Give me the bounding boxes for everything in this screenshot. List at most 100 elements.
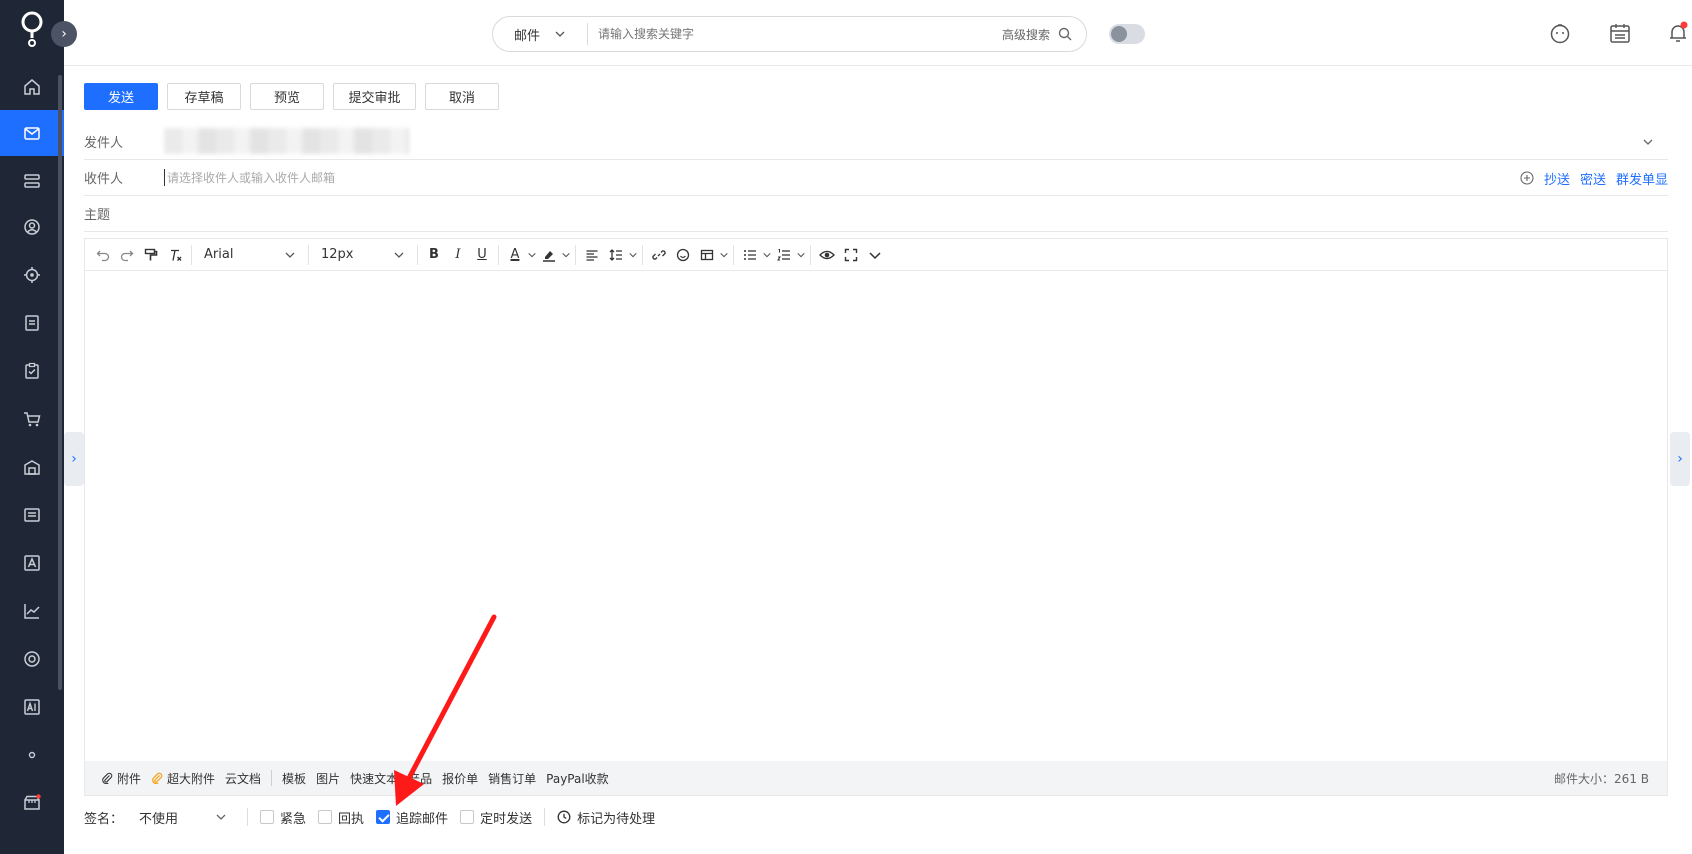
chevron-down-icon[interactable]	[719, 250, 729, 260]
quotation-button[interactable]: 报价单	[442, 770, 478, 787]
checkbox-box[interactable]	[260, 810, 275, 824]
cc-link[interactable]: 抄送	[1544, 169, 1570, 188]
font-color-icon[interactable]: A	[503, 243, 527, 267]
sidebar-item-contacts[interactable]	[0, 204, 64, 250]
receipt-checkbox[interactable]: 回执	[318, 808, 364, 827]
chevron-down-icon[interactable]	[1642, 136, 1654, 148]
sidebar-item-warehouse[interactable]	[0, 444, 64, 490]
sidebar-item-workflow[interactable]	[0, 158, 64, 204]
chevron-down-icon[interactable]	[561, 250, 571, 260]
sales-order-button[interactable]: 销售订单	[488, 770, 536, 787]
eye-preview-icon[interactable]	[815, 243, 839, 267]
small-circle-icon	[28, 751, 36, 759]
chevron-down-icon[interactable]	[628, 250, 638, 260]
attachment-button[interactable]: 附件	[101, 770, 141, 787]
search-scope-select[interactable]: 邮件	[493, 23, 588, 45]
link-icon[interactable]	[647, 243, 671, 267]
rocket-toggle[interactable]	[1109, 24, 1145, 44]
left-panel-toggle[interactable]: ›	[64, 432, 84, 486]
emoji-icon[interactable]	[671, 243, 695, 267]
cancel-button[interactable]: 取消	[425, 83, 499, 110]
track-checkbox[interactable]: 追踪邮件	[376, 808, 448, 827]
options-divider	[544, 808, 546, 826]
checkbox-box-checked[interactable]	[376, 810, 391, 824]
sidebar-item-store[interactable]	[0, 780, 64, 826]
quick-text-button[interactable]: 快速文本	[350, 770, 398, 787]
checkbox-box[interactable]	[318, 810, 333, 824]
timer-face-icon[interactable]	[1548, 21, 1572, 45]
align-left-icon[interactable]	[580, 243, 604, 267]
chevron-down-icon[interactable]	[762, 250, 772, 260]
more-tools-icon[interactable]	[863, 243, 887, 267]
redo-icon[interactable]	[115, 243, 139, 267]
clock-icon	[557, 810, 571, 824]
bell-icon[interactable]	[1666, 21, 1690, 45]
submit-approval-button[interactable]: 提交审批	[333, 83, 416, 110]
table-icon[interactable]	[695, 243, 719, 267]
mark-pending-button[interactable]: 标记为待处理	[557, 808, 655, 827]
right-panel-toggle[interactable]: ›	[1670, 432, 1690, 486]
sidebar-item-settings[interactable]	[0, 636, 64, 682]
save-draft-button[interactable]: 存草稿	[167, 83, 241, 110]
signature-select[interactable]: 签名： 不使用	[84, 808, 227, 827]
recipient-input[interactable]: 请选择收件人或输入收件人邮箱	[164, 169, 335, 186]
checkbox-box[interactable]	[460, 810, 475, 824]
sidebar-item-ai[interactable]	[0, 684, 64, 730]
add-circle-icon[interactable]	[1520, 171, 1534, 185]
fullscreen-icon[interactable]	[839, 243, 863, 267]
app-logo-icon	[21, 11, 43, 47]
bcc-link[interactable]: 密送	[1580, 169, 1606, 188]
sidebar-expand-button[interactable]: ›	[51, 21, 77, 47]
sidebar-item-analytics[interactable]	[0, 588, 64, 634]
product-button[interactable]: 产品	[408, 770, 432, 787]
sidebar-scrollbar[interactable]	[58, 75, 62, 690]
toolbar-divider	[191, 244, 192, 265]
paypal-button[interactable]: PayPal收款	[546, 770, 609, 787]
sidebar-item-documents[interactable]	[0, 300, 64, 346]
font-family-select[interactable]: Arial	[196, 243, 304, 267]
template-button[interactable]: 模板	[282, 770, 306, 787]
sidebar-item-tasks[interactable]	[0, 348, 64, 394]
search-icon[interactable]	[1058, 27, 1072, 41]
sidebar-item-target[interactable]	[0, 252, 64, 298]
urgent-checkbox[interactable]: 紧急	[260, 808, 306, 827]
send-button[interactable]: 发送	[84, 83, 158, 110]
line-chart-icon	[24, 604, 40, 619]
cloud-doc-button[interactable]: 云文档	[225, 770, 261, 787]
scheduled-send-checkbox[interactable]: 定时发送	[460, 808, 532, 827]
clipboard-check-icon	[25, 362, 39, 379]
sidebar-item-more[interactable]	[0, 732, 64, 778]
chevron-down-icon[interactable]	[796, 250, 806, 260]
urgent-label: 紧急	[280, 811, 307, 827]
italic-icon[interactable]: I	[446, 243, 470, 267]
sender-redacted-value[interactable]	[164, 128, 409, 154]
image-button[interactable]: 图片	[316, 770, 340, 787]
preview-button[interactable]: 预览	[250, 83, 324, 110]
large-attachment-button[interactable]: 超大附件	[151, 770, 215, 787]
sidebar-item-cart[interactable]	[0, 396, 64, 442]
highlight-color-icon[interactable]	[537, 243, 561, 267]
sidebar-item-home[interactable]	[0, 64, 64, 110]
sidebar-item-list[interactable]	[0, 492, 64, 538]
sidebar: ›	[0, 0, 77, 854]
search-input[interactable]	[588, 27, 1002, 41]
editor-body[interactable]	[85, 271, 1667, 759]
line-height-icon[interactable]	[604, 243, 628, 267]
undo-icon[interactable]	[91, 243, 115, 267]
bullet-list-icon[interactable]	[738, 243, 762, 267]
format-painter-icon[interactable]	[139, 243, 163, 267]
separate-send-link[interactable]: 群发单显	[1616, 169, 1668, 188]
bold-icon[interactable]: B	[422, 243, 446, 267]
underline-icon[interactable]: U	[470, 243, 494, 267]
sidebar-item-mail[interactable]	[0, 110, 64, 156]
attachment-label: 附件	[117, 771, 142, 786]
clear-format-icon[interactable]	[163, 243, 187, 267]
chevron-down-icon[interactable]	[527, 250, 537, 260]
numbered-list-icon[interactable]	[772, 243, 796, 267]
toolbar-divider	[308, 244, 309, 265]
top-header: 邮件 高级搜索	[64, 0, 1692, 66]
sidebar-item-text[interactable]	[0, 540, 64, 586]
font-size-select[interactable]: 12px	[313, 243, 413, 267]
advanced-search-link[interactable]: 高级搜索	[1002, 26, 1050, 43]
calendar-icon[interactable]	[1608, 21, 1632, 45]
